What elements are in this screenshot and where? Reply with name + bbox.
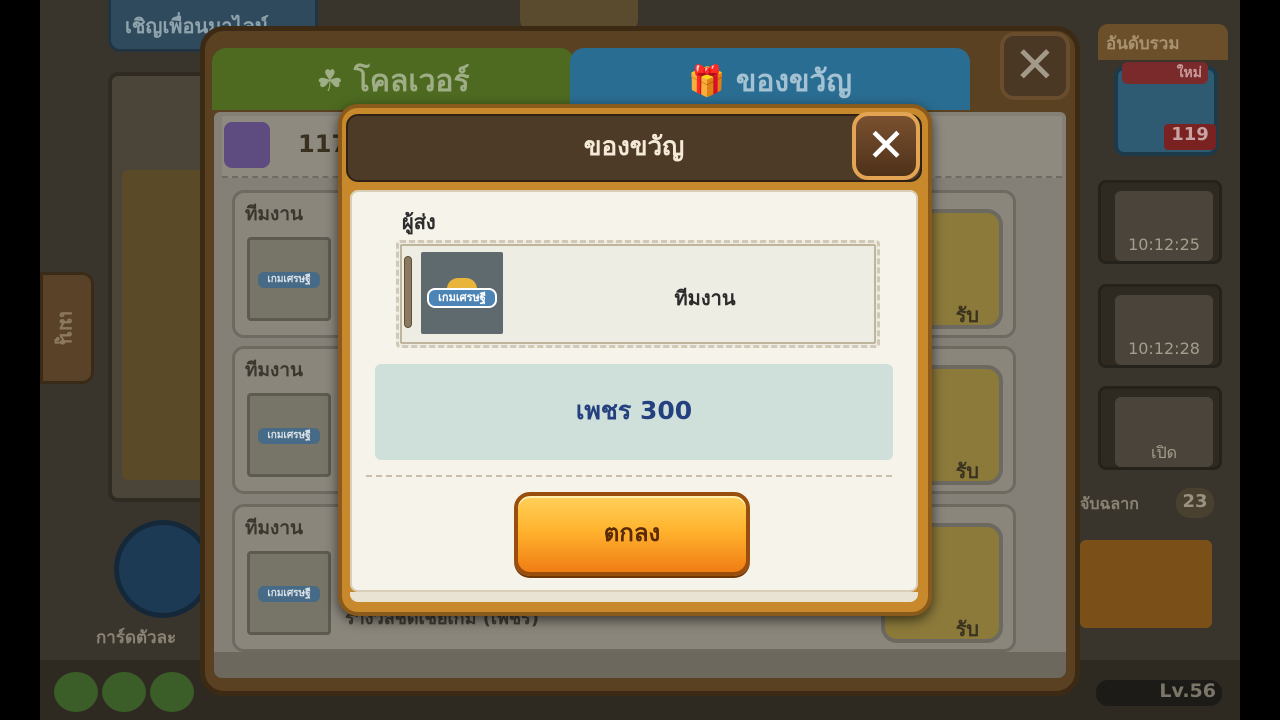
mail-count-badge: 119 bbox=[1164, 124, 1216, 150]
rank-tab[interactable]: อันดับรวม bbox=[1098, 24, 1228, 60]
game-logo-icon: เกมเศรษฐี bbox=[258, 586, 320, 602]
chest-slot[interactable]: 10:12:28 bbox=[1098, 284, 1222, 368]
profile-avatar-button[interactable] bbox=[114, 520, 212, 618]
chest-slot[interactable]: เปิด bbox=[1098, 386, 1222, 470]
start-game-button[interactable] bbox=[1080, 540, 1212, 628]
right-letterbox bbox=[1240, 0, 1280, 720]
gift-sender: ทีมงาน bbox=[245, 517, 303, 539]
clover-icon bbox=[54, 672, 98, 712]
sender-logo: เกมเศรษฐี bbox=[247, 551, 331, 635]
clover-icon bbox=[102, 672, 146, 712]
gift-dialog-close-button[interactable]: ✕ bbox=[1000, 32, 1070, 100]
gift-sender: ทีมงาน bbox=[245, 203, 303, 225]
lottery-key-label: จับฉลาก bbox=[1080, 494, 1139, 513]
sender-avatar: เกมเศรษฐี bbox=[421, 252, 503, 334]
popup-divider bbox=[366, 475, 892, 477]
mail-new-badge: ใหม่ bbox=[1122, 62, 1208, 84]
chest-slot-timer: เปิด bbox=[1115, 397, 1213, 467]
popup-close-button[interactable]: ✕ bbox=[852, 112, 920, 180]
reward-text: เพชร 300 bbox=[575, 396, 693, 425]
player-level: Lv.56 bbox=[1096, 680, 1222, 706]
tab-gift[interactable]: 🎁 ของขวัญ bbox=[570, 48, 970, 110]
sender-name: ทีมงาน bbox=[674, 286, 736, 310]
sender-logo: เกมเศรษฐี bbox=[247, 237, 331, 321]
popup-title: ของขวัญ bbox=[583, 132, 685, 162]
game-logo-icon: เกมเศรษฐี bbox=[258, 428, 320, 444]
popup-bottom-strip bbox=[350, 592, 918, 602]
sender-label: ผู้ส่ง bbox=[402, 210, 436, 234]
left-letterbox bbox=[0, 0, 40, 720]
game-screen: เชิญเพื่อนมาไลน์ เมนู การ์ดตัวละ อันดับร… bbox=[0, 0, 1280, 720]
character-card-label: การ์ดตัวละ bbox=[96, 628, 177, 648]
character-portrait bbox=[122, 170, 212, 480]
scroll-handle[interactable] bbox=[404, 256, 412, 328]
tab-clover[interactable]: ☘ โคลเวอร์ bbox=[212, 48, 574, 110]
menu-tab[interactable]: เมนู bbox=[40, 272, 94, 384]
chest-slot-timer: 10:12:25 bbox=[1115, 191, 1213, 261]
game-logo-icon: เกมเศรษฐี bbox=[427, 288, 497, 308]
clover-icon bbox=[150, 672, 194, 712]
ok-button[interactable]: ตกลง bbox=[514, 492, 750, 576]
chest-slot[interactable]: 10:12:25 bbox=[1098, 180, 1222, 264]
sender-logo: เกมเศรษฐี bbox=[247, 393, 331, 477]
gift-sender: ทีมงาน bbox=[245, 359, 303, 381]
gift-box-icon bbox=[224, 122, 270, 168]
gift-dialog-footer bbox=[214, 652, 1066, 678]
game-logo-icon: เกมเศรษฐี bbox=[258, 272, 320, 288]
lottery-key-count: 23 bbox=[1176, 488, 1214, 518]
chest-slot-timer: 10:12:28 bbox=[1115, 295, 1213, 365]
